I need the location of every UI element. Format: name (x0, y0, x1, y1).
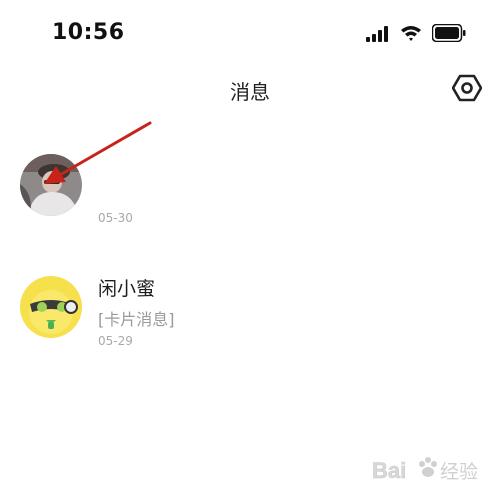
status-bar: 10:56 (0, 0, 500, 64)
message-preview: [卡片消息] (98, 310, 175, 329)
xianxiaomi-bot-avatar[interactable] (20, 276, 82, 338)
message-sender-name: 闲小蜜 (98, 278, 156, 300)
message-list-item[interactable]: 05-30 (0, 150, 500, 234)
cellular-signal-icon (366, 26, 388, 42)
svg-text:经验: 经验 (440, 461, 478, 483)
wifi-icon (401, 26, 421, 41)
svg-text:Bai: Bai (372, 458, 406, 483)
message-date: 05-29 (98, 334, 133, 348)
user-photo-avatar[interactable] (20, 154, 82, 216)
message-list-item[interactable]: 闲小蜜 [卡片消息] 05-29 (0, 272, 500, 356)
page-title: 消息 (230, 80, 270, 104)
settings-hexagon-icon[interactable] (452, 73, 482, 103)
baidu-jingyan-watermark: Bai 经验 (370, 444, 496, 494)
battery-icon (432, 24, 466, 42)
message-date: 05-30 (98, 211, 133, 225)
status-time: 10:56 (52, 20, 125, 45)
nav-bar: 消息 (0, 64, 500, 114)
